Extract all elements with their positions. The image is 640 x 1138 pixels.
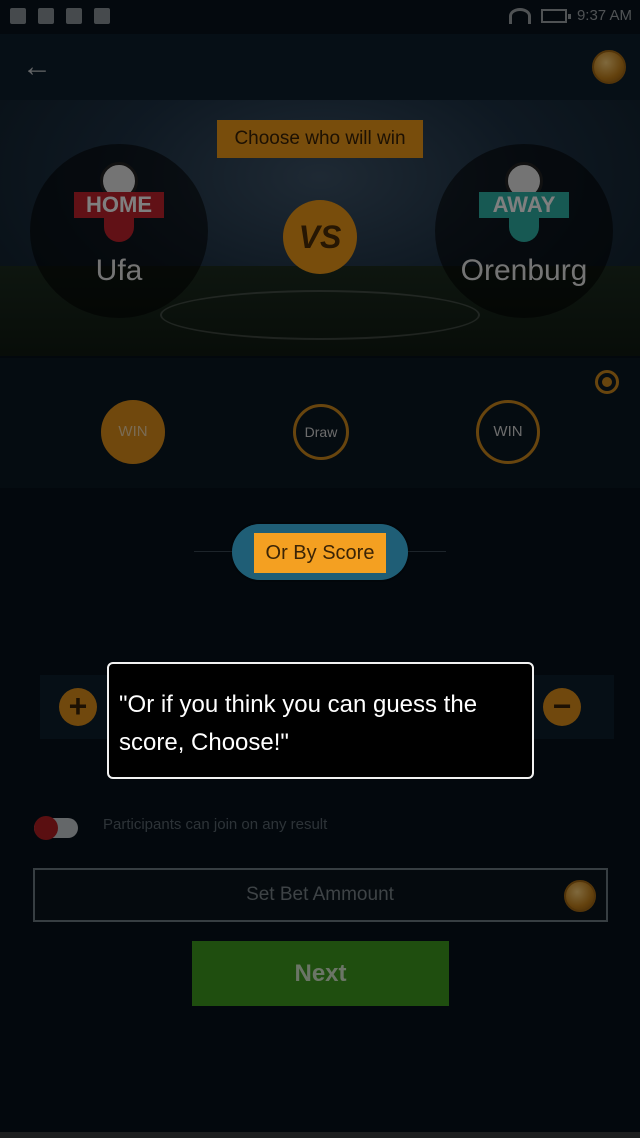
tutorial-tooltip: "Or if you think you can guess the score… [107,662,534,779]
highlighted-or-by-score-button[interactable]: Or By Score [254,533,386,573]
tutorial-message: "Or if you think you can guess the score… [119,691,478,756]
